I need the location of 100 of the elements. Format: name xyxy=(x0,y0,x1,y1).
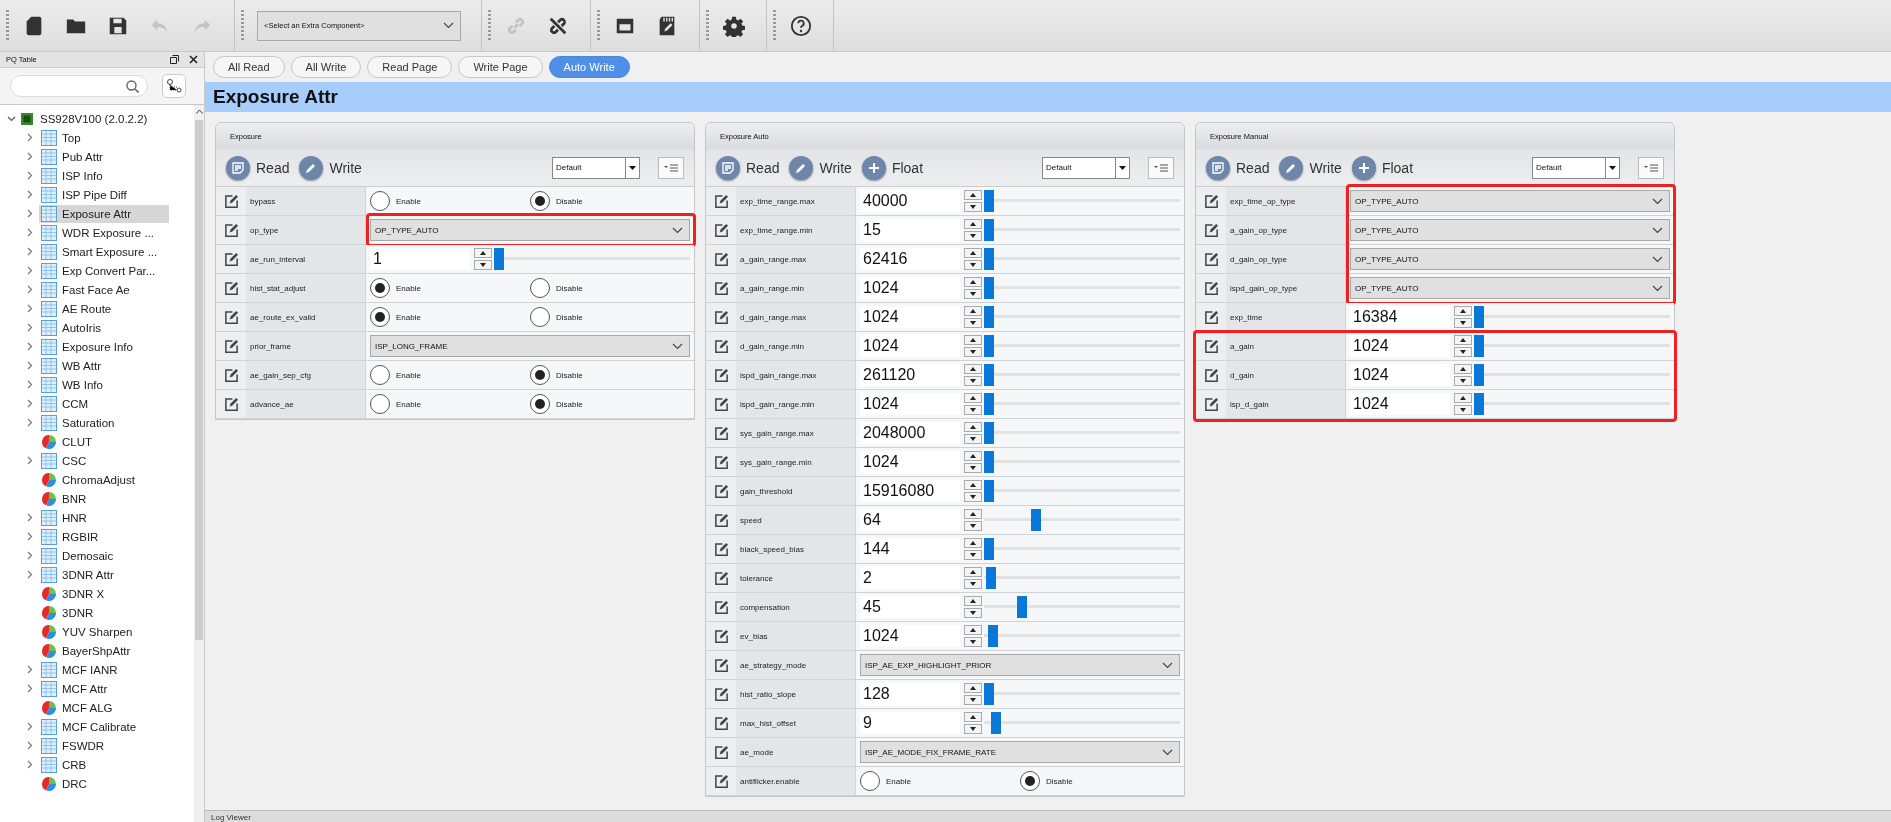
slider-thumb[interactable] xyxy=(1474,306,1484,328)
slider-thumb[interactable] xyxy=(984,393,994,415)
radio-option[interactable]: Disable xyxy=(530,191,690,211)
number-field[interactable]: 1024 xyxy=(1350,364,1450,386)
decrement-button[interactable] xyxy=(964,463,982,473)
slider-thumb[interactable] xyxy=(1474,335,1484,357)
edit-icon[interactable] xyxy=(713,280,729,296)
expand-chevron-icon[interactable] xyxy=(27,266,33,275)
help-icon[interactable] xyxy=(789,13,813,38)
expand-chevron-icon[interactable] xyxy=(27,551,33,560)
slider-thumb[interactable] xyxy=(985,567,996,589)
dropdown[interactable]: ISP_LONG_FRAME xyxy=(370,335,690,357)
slider-thumb[interactable] xyxy=(984,364,994,386)
edit-icon[interactable] xyxy=(223,338,239,354)
radio-button[interactable] xyxy=(370,394,390,414)
decrement-button[interactable] xyxy=(964,724,982,734)
radio-button[interactable] xyxy=(530,278,550,298)
preset-dropdown[interactable]: Default xyxy=(552,156,640,179)
tree-item[interactable]: Exposure Info xyxy=(39,337,169,356)
decrement-button[interactable] xyxy=(964,579,982,589)
decrement-button[interactable] xyxy=(964,202,982,212)
number-field[interactable]: 15916080 xyxy=(860,480,960,502)
increment-button[interactable] xyxy=(964,277,982,287)
preset-dropdown[interactable]: Default xyxy=(1532,156,1620,179)
increment-button[interactable] xyxy=(1454,364,1472,374)
radio-option[interactable]: Enable xyxy=(370,307,530,327)
expand-chevron-icon[interactable] xyxy=(27,323,33,332)
edit-icon[interactable] xyxy=(223,280,239,296)
edit-icon[interactable] xyxy=(713,338,729,354)
radio-button[interactable] xyxy=(370,191,390,211)
decrement-button[interactable] xyxy=(1454,318,1472,328)
radio-option[interactable]: Disable xyxy=(1020,771,1180,791)
expand-chevron-icon[interactable] xyxy=(27,342,33,351)
edit-icon[interactable] xyxy=(713,454,729,470)
tree-item[interactable]: 3DNR xyxy=(39,603,169,622)
tree-item[interactable]: CRB xyxy=(39,755,169,774)
radio-option[interactable]: Disable xyxy=(530,365,690,385)
decrement-button[interactable] xyxy=(964,405,982,415)
radio-button[interactable] xyxy=(530,394,550,414)
tree-item[interactable]: MCF Attr xyxy=(39,679,169,698)
tree-item[interactable]: CSC xyxy=(39,451,169,470)
edit-icon[interactable] xyxy=(713,657,729,673)
number-field[interactable]: 1024 xyxy=(1350,393,1450,415)
edit-icon[interactable] xyxy=(713,628,729,644)
search-field[interactable] xyxy=(10,75,148,97)
expand-chevron-icon[interactable] xyxy=(27,741,33,750)
number-field[interactable]: 1024 xyxy=(860,306,960,328)
increment-button[interactable] xyxy=(964,538,982,548)
decrement-button[interactable] xyxy=(964,318,982,328)
slider-thumb[interactable] xyxy=(991,712,1002,734)
float-button[interactable]: Float xyxy=(861,155,923,180)
radio-option[interactable]: Enable xyxy=(370,365,530,385)
edit-icon[interactable] xyxy=(1203,222,1219,238)
tree-item[interactable]: SS928V100 (2.0.2.2) xyxy=(38,109,188,128)
slider-thumb[interactable] xyxy=(984,683,994,705)
expand-chevron-icon[interactable] xyxy=(27,532,33,541)
decrement-button[interactable] xyxy=(964,231,982,241)
read-button[interactable]: Read xyxy=(226,155,290,180)
tree-item[interactable]: MCF ALG xyxy=(39,698,169,717)
dropdown[interactable]: ISP_AE_EXP_HIGHLIGHT_PRIOR xyxy=(860,654,1180,676)
slider-thumb[interactable] xyxy=(984,335,994,357)
tree-item[interactable]: FSWDR xyxy=(39,736,169,755)
tree-item[interactable]: AutoIris xyxy=(39,318,169,337)
increment-button[interactable] xyxy=(1454,306,1472,316)
slider-thumb[interactable] xyxy=(494,248,504,270)
edit-icon[interactable] xyxy=(1203,367,1219,383)
radio-button[interactable] xyxy=(860,771,880,791)
expand-chevron-icon[interactable] xyxy=(27,418,33,427)
slider-thumb[interactable] xyxy=(1474,393,1484,415)
action-button[interactable]: Write Page xyxy=(458,56,543,78)
expand-chevron-icon[interactable] xyxy=(27,304,33,313)
number-field[interactable]: 1024 xyxy=(860,277,960,299)
number-field[interactable]: 45 xyxy=(860,596,960,618)
increment-button[interactable] xyxy=(964,190,982,200)
increment-button[interactable] xyxy=(964,219,982,229)
edit-icon[interactable] xyxy=(1203,251,1219,267)
decrement-button[interactable] xyxy=(964,289,982,299)
edit-icon[interactable] xyxy=(713,309,729,325)
action-button[interactable]: Read Page xyxy=(367,56,453,78)
increment-button[interactable] xyxy=(964,364,982,374)
decrement-button[interactable] xyxy=(964,260,982,270)
edit-icon[interactable] xyxy=(223,367,239,383)
radio-button[interactable] xyxy=(1020,771,1040,791)
edit-icon[interactable] xyxy=(713,396,729,412)
edit-icon[interactable] xyxy=(713,251,729,267)
expand-chevron-icon[interactable] xyxy=(27,399,33,408)
edit-icon[interactable] xyxy=(713,512,729,528)
number-field[interactable]: 1024 xyxy=(860,625,960,647)
expand-chevron-icon[interactable] xyxy=(27,209,33,218)
edit-icon[interactable] xyxy=(713,425,729,441)
number-field[interactable]: 1024 xyxy=(860,393,960,415)
slider-thumb[interactable] xyxy=(984,248,994,270)
radio-option[interactable]: Enable xyxy=(370,278,530,298)
increment-button[interactable] xyxy=(964,306,982,316)
slider-thumb[interactable] xyxy=(984,306,994,328)
edit-icon[interactable] xyxy=(713,541,729,557)
decrement-button[interactable] xyxy=(474,260,492,270)
increment-button[interactable] xyxy=(964,567,982,577)
edit-icon[interactable] xyxy=(713,686,729,702)
decrement-button[interactable] xyxy=(1454,347,1472,357)
